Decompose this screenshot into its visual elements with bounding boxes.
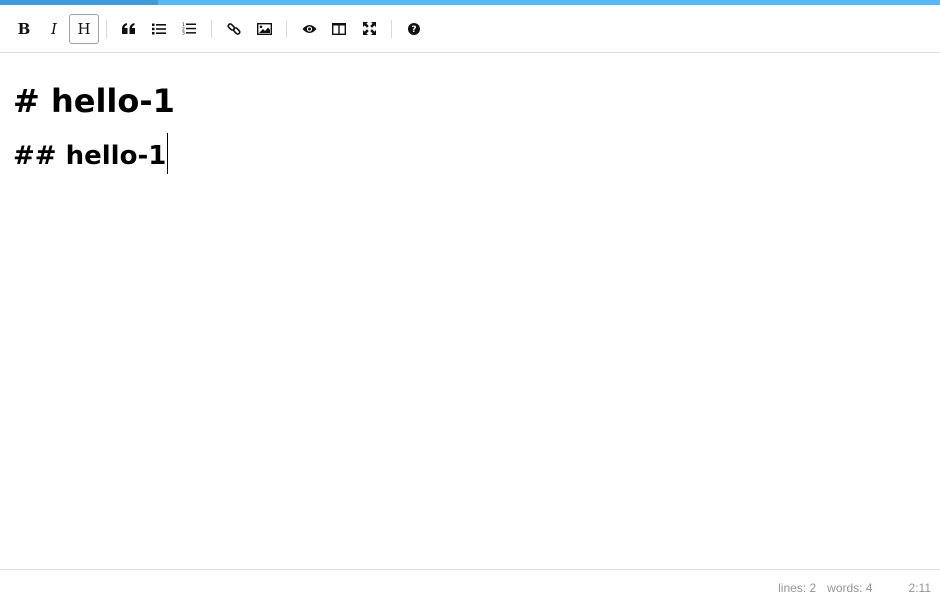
link-icon [227,22,241,35]
text-cursor [167,133,169,174]
toolbar-separator [211,19,212,38]
unordered-list-icon [152,23,166,34]
italic-button[interactable]: I [39,14,69,44]
line-text: ## hello-1 [13,141,167,171]
heading-icon: H [77,19,91,38]
toolbar-separator [106,19,107,38]
svg-text:3: 3 [182,31,185,35]
line-text: # hello-1 [13,82,175,120]
editor-line[interactable]: ## hello-1 [13,133,169,177]
bold-button[interactable]: B [9,14,39,44]
cursor-position: 2:11 [908,580,931,595]
fullscreen-icon [362,22,376,35]
editor-content[interactable]: # hello-1 ## hello-1 [0,54,940,568]
markdown-guide-button[interactable]: ? [399,14,429,44]
question-icon: ? [408,22,420,35]
eye-icon [302,24,316,33]
image-button[interactable] [249,14,279,44]
link-button[interactable] [219,14,249,44]
ordered-list-button[interactable]: 1 2 3 [174,14,204,44]
markdown-editor: B I H 1 2 3 ? # hello-1 ## hello-1 lines… [0,0,940,605]
word-count: words: 4 [827,580,873,595]
heading-button[interactable]: H [69,13,99,44]
preview-button[interactable] [294,14,324,44]
quote-icon [122,22,135,34]
columns-icon [332,22,346,35]
editor-toolbar: B I H 1 2 3 ? [0,5,940,53]
status-bar: lines: 2 words: 4 2:11 [0,569,940,605]
quote-button[interactable] [114,14,144,44]
image-icon [256,22,272,35]
side-by-side-button[interactable] [324,14,354,44]
toolbar-separator [286,19,287,38]
bold-icon: B [17,19,31,38]
ordered-list-icon: 1 2 3 [182,22,196,35]
toolbar-separator [391,19,392,38]
svg-text:?: ? [411,25,416,35]
italic-icon: I [51,19,57,38]
unordered-list-button[interactable] [144,14,174,44]
fullscreen-button[interactable] [354,14,384,44]
line-count: lines: 2 [778,580,817,595]
editor-line[interactable]: # hello-1 [13,82,175,120]
